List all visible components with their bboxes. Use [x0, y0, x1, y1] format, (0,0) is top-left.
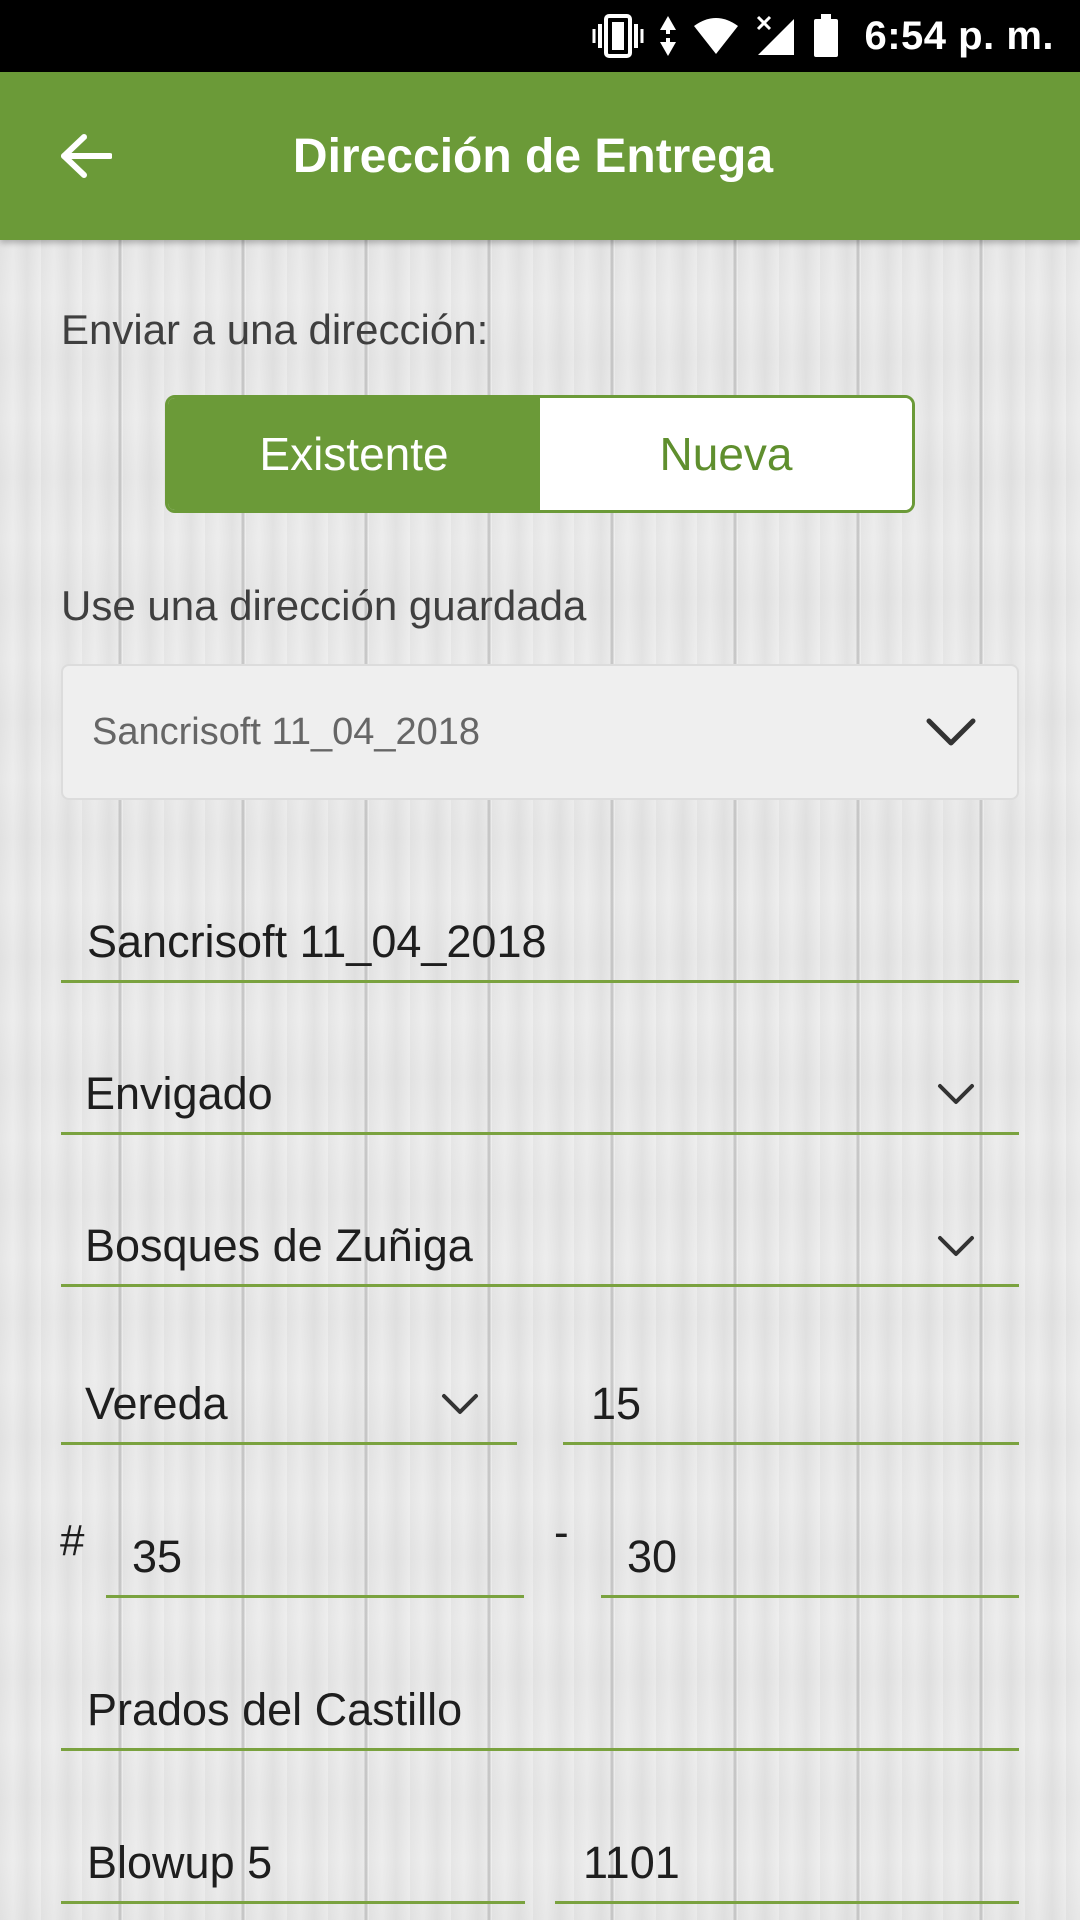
chevron-down-icon	[937, 1082, 975, 1106]
status-time: 6:54 p. m.	[864, 13, 1054, 58]
vibrate-icon	[592, 14, 644, 58]
complement-field[interactable]: Prados del Castillo	[61, 1671, 1019, 1751]
address-mode-toggle: Existente Nueva	[165, 395, 915, 513]
saved-address-value: Sancrisoft 11_04_2018	[92, 710, 481, 753]
back-button[interactable]	[46, 116, 126, 196]
battery-icon	[812, 14, 840, 58]
city-select[interactable]: Envigado	[61, 1055, 1019, 1135]
unit-value: 1101	[583, 1836, 680, 1888]
address-name-value: Sancrisoft 11_04_2018	[87, 915, 547, 967]
new-address-tab[interactable]: Nueva	[540, 398, 912, 510]
city-value: Envigado	[85, 1067, 273, 1119]
page-title: Dirección de Entrega	[292, 129, 774, 183]
app-bar: Dirección de Entrega	[0, 72, 1080, 240]
data-arrows-icon	[658, 14, 678, 58]
chevron-down-icon	[925, 716, 977, 748]
unit-field[interactable]: 1101	[555, 1824, 1019, 1904]
complement-value: Prados del Castillo	[87, 1683, 463, 1735]
address-name-field[interactable]: Sancrisoft 11_04_2018	[61, 903, 1019, 983]
saved-address-select[interactable]: Sancrisoft 11_04_2018	[61, 664, 1019, 800]
saved-address-label: Use una dirección guardada	[61, 582, 587, 629]
number-b-value: 30	[627, 1530, 678, 1582]
hash-label: #	[60, 1516, 85, 1565]
existing-address-tab[interactable]: Existente	[168, 398, 540, 510]
wifi-icon	[692, 16, 740, 56]
building-field[interactable]: Blowup 5	[61, 1824, 525, 1904]
dash-label: -	[554, 1508, 569, 1557]
signal-no-service-icon	[754, 15, 798, 57]
road-number-value: 15	[591, 1377, 642, 1429]
arrow-back-icon	[61, 134, 112, 178]
send-to-label: Enviar a una dirección:	[61, 306, 489, 353]
chevron-down-icon	[441, 1392, 479, 1416]
road-type-value: Vereda	[85, 1377, 228, 1429]
building-value: Blowup 5	[87, 1836, 273, 1888]
status-bar: 6:54 p. m.	[0, 0, 1080, 72]
chevron-down-icon	[937, 1234, 975, 1258]
road-type-select[interactable]: Vereda	[61, 1365, 517, 1445]
number-b-field[interactable]: 30	[601, 1518, 1019, 1598]
road-number-field[interactable]: 15	[563, 1365, 1019, 1445]
neighborhood-select[interactable]: Bosques de Zuñiga	[61, 1207, 1019, 1287]
neighborhood-value: Bosques de Zuñiga	[85, 1219, 473, 1271]
number-a-value: 35	[132, 1530, 183, 1582]
number-a-field[interactable]: 35	[106, 1518, 524, 1598]
